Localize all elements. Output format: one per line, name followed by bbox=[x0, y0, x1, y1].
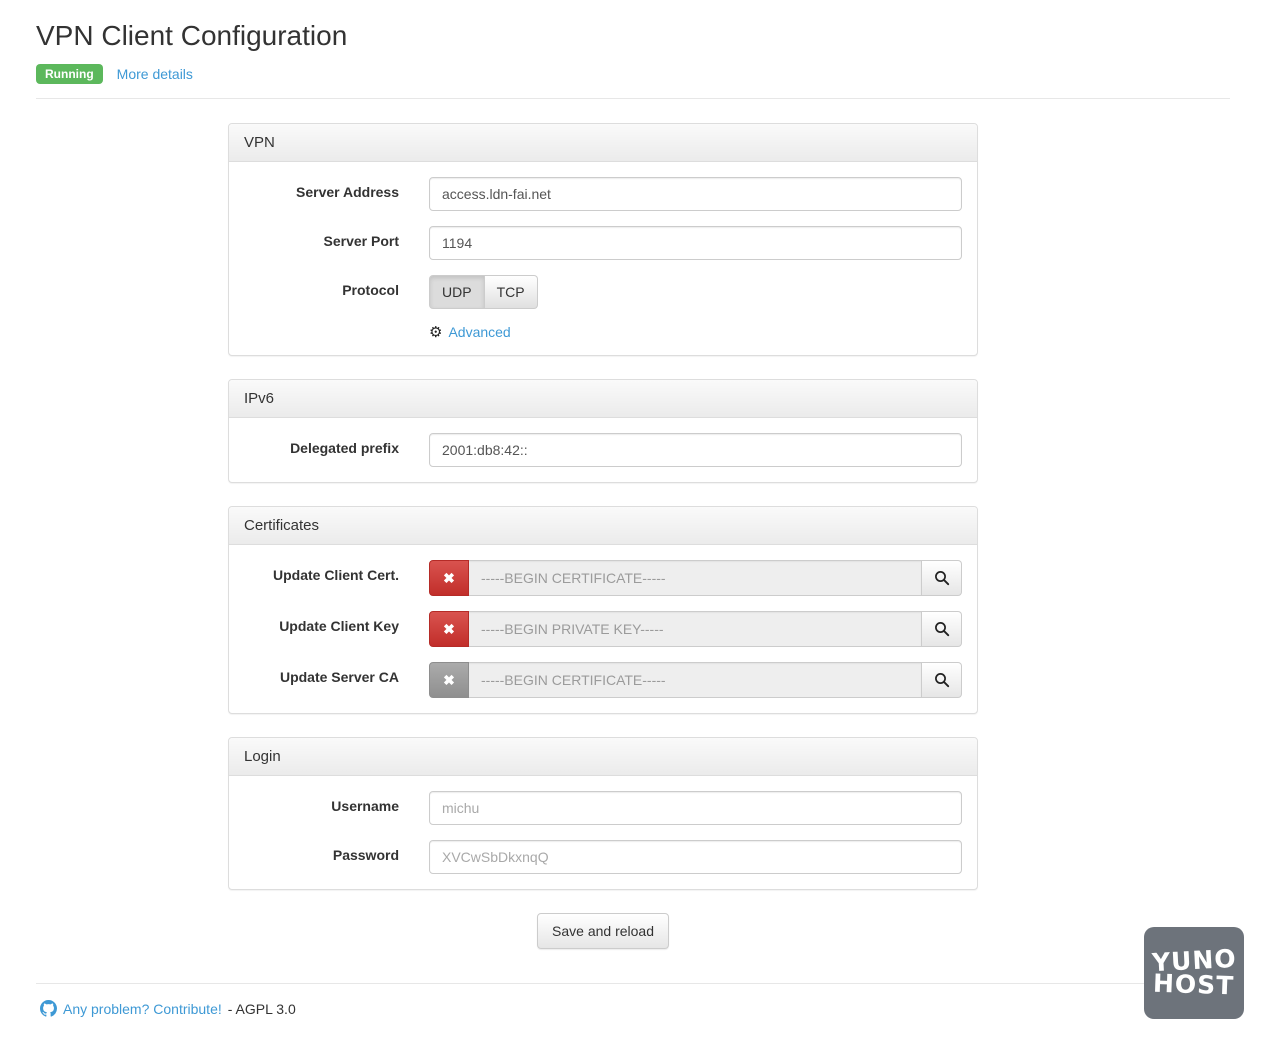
more-details-link[interactable]: More details bbox=[117, 66, 193, 82]
server-address-label: Server Address bbox=[244, 177, 429, 200]
server-ca-label: Update Server CA bbox=[244, 662, 429, 685]
server-port-row: Server Port bbox=[244, 226, 962, 260]
panel-certificates: Certificates Update Client Cert. ✖ bbox=[228, 506, 978, 714]
delegated-prefix-input[interactable] bbox=[429, 433, 962, 467]
delegated-prefix-row: Delegated prefix bbox=[244, 433, 962, 467]
panel-ipv6-title: IPv6 bbox=[229, 380, 977, 418]
protocol-udp-button[interactable]: UDP bbox=[429, 275, 485, 309]
page-title: VPN Client Configuration bbox=[36, 20, 1230, 52]
server-ca-browse-button[interactable] bbox=[922, 662, 962, 698]
gear-icon: ⚙ bbox=[429, 325, 442, 340]
panel-login: Login Username Password bbox=[228, 737, 978, 890]
server-ca-row: Update Server CA ✖ bbox=[244, 662, 962, 698]
client-cert-row: Update Client Cert. ✖ bbox=[244, 560, 962, 596]
page-header: VPN Client Configuration Running More de… bbox=[36, 20, 1230, 99]
delegated-prefix-label: Delegated prefix bbox=[244, 433, 429, 456]
status-badge: Running bbox=[36, 64, 103, 84]
client-key-label: Update Client Key bbox=[244, 611, 429, 634]
advanced-row: ⚙ Advanced bbox=[429, 324, 962, 340]
client-cert-label: Update Client Cert. bbox=[244, 560, 429, 583]
password-label: Password bbox=[244, 840, 429, 863]
client-cert-clear-button[interactable]: ✖ bbox=[429, 560, 469, 596]
protocol-row: Protocol UDP TCP bbox=[244, 275, 962, 309]
save-row: Save and reload bbox=[228, 913, 978, 949]
remove-icon: ✖ bbox=[443, 570, 455, 587]
contribute-link[interactable]: Any problem? Contribute! bbox=[63, 1001, 222, 1017]
github-icon bbox=[40, 1000, 57, 1017]
search-icon bbox=[934, 570, 950, 586]
client-key-clear-button[interactable]: ✖ bbox=[429, 611, 469, 647]
remove-icon: ✖ bbox=[443, 672, 455, 689]
server-address-row: Server Address bbox=[244, 177, 962, 211]
protocol-toggle: UDP TCP bbox=[429, 275, 538, 309]
yunohost-logo: YUNO HOST bbox=[1144, 927, 1244, 1019]
search-icon bbox=[934, 672, 950, 688]
client-cert-input[interactable] bbox=[469, 560, 922, 596]
panel-vpn-title: VPN bbox=[229, 124, 977, 162]
panel-login-title: Login bbox=[229, 738, 977, 776]
license-text: - AGPL 3.0 bbox=[228, 1001, 296, 1017]
panel-certificates-title: Certificates bbox=[229, 507, 977, 545]
server-port-input[interactable] bbox=[429, 226, 962, 260]
client-key-row: Update Client Key ✖ bbox=[244, 611, 962, 647]
client-cert-browse-button[interactable] bbox=[922, 560, 962, 596]
server-ca-clear-button[interactable]: ✖ bbox=[429, 662, 469, 698]
protocol-tcp-button[interactable]: TCP bbox=[485, 275, 538, 309]
search-icon bbox=[934, 621, 950, 637]
username-label: Username bbox=[244, 791, 429, 814]
vpn-client-config-page: VPN Client Configuration Running More de… bbox=[0, 0, 1266, 1037]
password-input[interactable] bbox=[429, 840, 962, 874]
protocol-label: Protocol bbox=[244, 275, 429, 298]
status-row: Running More details bbox=[36, 64, 1230, 84]
client-key-browse-button[interactable] bbox=[922, 611, 962, 647]
panel-ipv6: IPv6 Delegated prefix bbox=[228, 379, 978, 483]
save-and-reload-button[interactable]: Save and reload bbox=[537, 913, 669, 949]
client-key-input[interactable] bbox=[469, 611, 922, 647]
password-row: Password bbox=[244, 840, 962, 874]
username-row: Username bbox=[244, 791, 962, 825]
username-input[interactable] bbox=[429, 791, 962, 825]
advanced-link[interactable]: Advanced bbox=[448, 324, 510, 340]
header-divider bbox=[36, 98, 1230, 99]
server-address-input[interactable] bbox=[429, 177, 962, 211]
server-port-label: Server Port bbox=[244, 226, 429, 249]
config-form: VPN Server Address Server Port Protocol bbox=[228, 123, 978, 949]
page-footer: Any problem? Contribute! - AGPL 3.0 bbox=[36, 983, 1230, 1037]
server-ca-input[interactable] bbox=[469, 662, 922, 698]
yunohost-logo-line2: HOST bbox=[1153, 972, 1235, 999]
panel-vpn: VPN Server Address Server Port Protocol bbox=[228, 123, 978, 356]
remove-icon: ✖ bbox=[443, 621, 455, 638]
